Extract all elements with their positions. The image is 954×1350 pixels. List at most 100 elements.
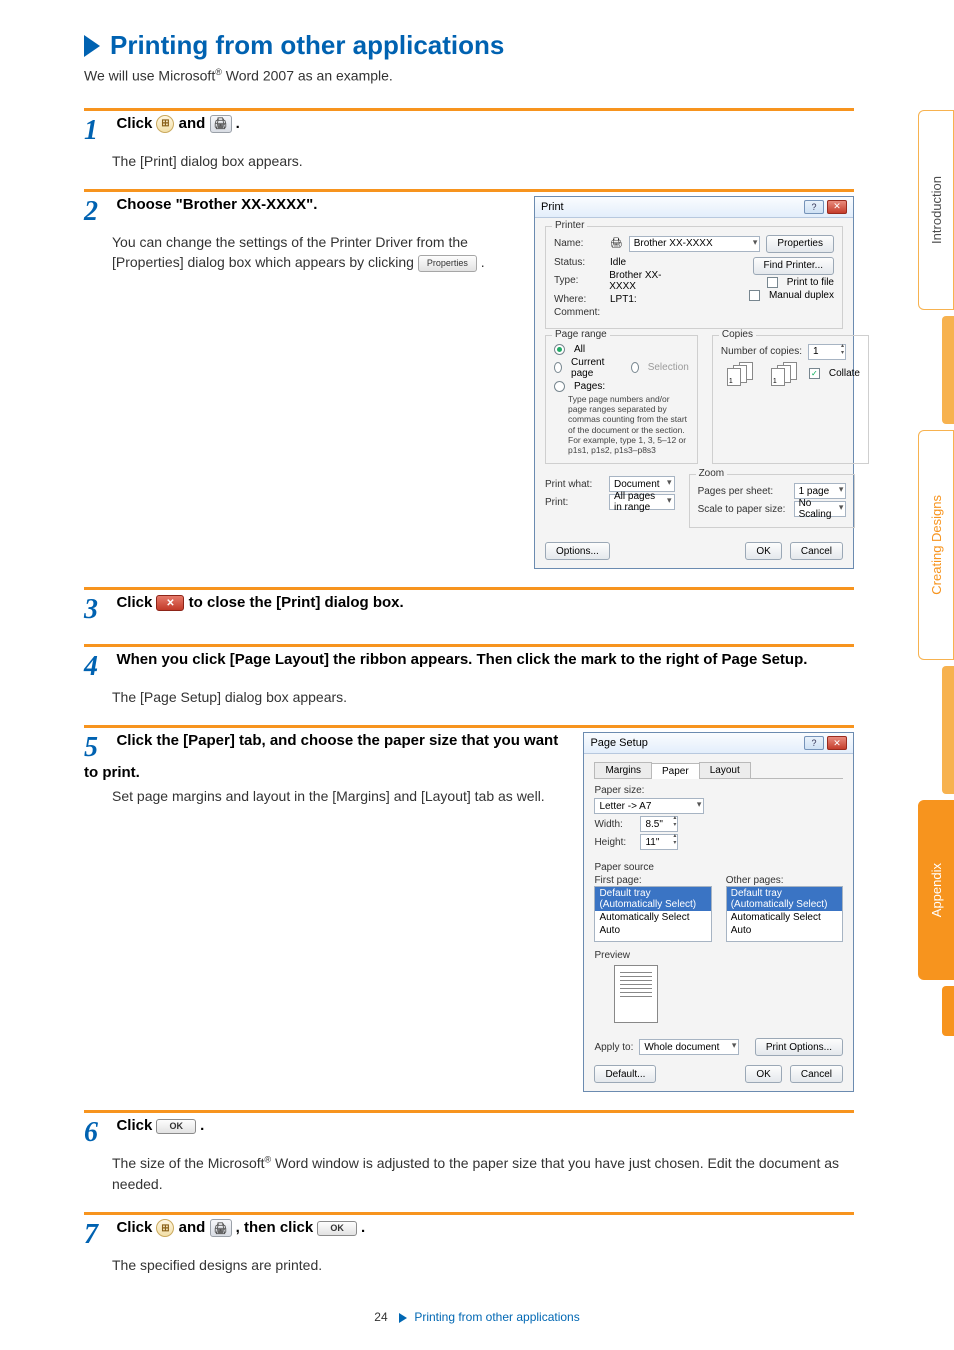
- comment-label: Comment:: [554, 307, 604, 318]
- intro-text: We will use Microsoft® Word 2007 as an e…: [84, 67, 854, 84]
- manual-duplex-checkbox[interactable]: [749, 290, 760, 301]
- step-heading: Click ⊞ and 🖨 .: [116, 115, 239, 132]
- step-4: 4 When you click [Page Layout] the ribbo…: [84, 644, 854, 707]
- type-label: Type:: [554, 275, 603, 286]
- tab-creating-designs[interactable]: Creating Designs: [918, 430, 954, 660]
- triangle-right-icon: [399, 1313, 407, 1323]
- page-range-legend: Page range: [552, 329, 610, 340]
- paper-size-label: Paper size:: [594, 785, 843, 796]
- find-printer-button[interactable]: Find Printer...: [753, 257, 834, 275]
- type-value: Brother XX-XXXX: [609, 270, 687, 292]
- step-heading: Click OK .: [116, 1117, 204, 1134]
- page-footer: 24 Printing from other applications: [0, 1310, 954, 1324]
- collate-icon: 3 2 1: [727, 362, 759, 386]
- step-5: 5 Click the [Paper] tab, and choose the …: [84, 725, 854, 1092]
- first-page-list[interactable]: Default tray (Automatically Select) Auto…: [594, 886, 711, 942]
- step-number: 3: [84, 594, 112, 626]
- step-body-text: The [Print] dialog box appears.: [112, 151, 854, 171]
- printer-icon: 🖨: [210, 115, 232, 133]
- collate-checkbox[interactable]: ✓: [809, 368, 820, 379]
- print-what-label: Print what:: [545, 479, 603, 490]
- zoom-legend: Zoom: [696, 468, 728, 479]
- tabstrip: Margins Paper Layout: [594, 762, 843, 779]
- name-label: Name:: [554, 238, 604, 249]
- properties-button-illustration: Properties: [418, 255, 477, 272]
- paper-size-select[interactable]: Letter -> A7: [594, 798, 704, 814]
- height-spinner[interactable]: 11": [640, 834, 678, 850]
- scale-label: Scale to paper size:: [698, 504, 788, 515]
- step-body-text: The [Page Setup] dialog box appears.: [112, 687, 854, 707]
- copies-legend: Copies: [719, 329, 756, 340]
- tab-layout[interactable]: Layout: [699, 762, 751, 778]
- tab-margins[interactable]: Margins: [594, 762, 652, 778]
- section-title: Printing from other applications: [110, 30, 504, 61]
- help-icon[interactable]: ?: [804, 736, 824, 750]
- close-icon[interactable]: ✕: [827, 736, 847, 750]
- step-number: 7: [84, 1219, 112, 1251]
- ok-button[interactable]: OK: [745, 542, 781, 560]
- copies-label: Number of copies:: [721, 346, 802, 357]
- ok-button[interactable]: OK: [745, 1065, 781, 1083]
- printer-name-select[interactable]: Brother XX-XXXX: [629, 236, 761, 252]
- cancel-button[interactable]: Cancel: [790, 1065, 843, 1083]
- step-number: 5: [84, 732, 112, 764]
- selection-radio: [631, 362, 639, 373]
- close-icon: ✕: [156, 595, 184, 611]
- properties-button[interactable]: Properties: [766, 235, 834, 253]
- section-title-row: Printing from other applications: [84, 30, 854, 61]
- pages-per-sheet-select[interactable]: 1 page: [794, 483, 847, 499]
- width-spinner[interactable]: 8.5": [640, 816, 678, 832]
- step-3: 3 Click ✕ to close the [Print] dialog bo…: [84, 587, 854, 626]
- ok-button-illustration: OK: [156, 1119, 196, 1134]
- where-label: Where:: [554, 294, 604, 305]
- preview-label: Preview: [594, 950, 843, 961]
- step-heading: When you click [Page Layout] the ribbon …: [116, 651, 807, 668]
- step-1: 1 Click ⊞ and 🖨 . The [Print] dialog box…: [84, 108, 854, 171]
- preview-area: [594, 961, 843, 1031]
- default-button[interactable]: Default...: [594, 1065, 656, 1083]
- step-body-text: The specified designs are printed.: [112, 1255, 854, 1275]
- close-icon[interactable]: ✕: [827, 200, 847, 214]
- first-page-label: First page:: [594, 875, 711, 886]
- print-to-file-checkbox[interactable]: [767, 277, 778, 288]
- other-pages-list[interactable]: Default tray (Automatically Select) Auto…: [726, 886, 843, 942]
- step-heading: Choose "Brother XX-XXXX".: [116, 196, 317, 213]
- step-number: 1: [84, 115, 112, 147]
- step-heading: Click the [Paper] tab, and choose the pa…: [84, 732, 558, 781]
- step-body-text: You can change the settings of the Print…: [112, 232, 516, 273]
- side-nav: Introduction Creating Designs Appendix: [910, 0, 954, 1350]
- footer-link[interactable]: Printing from other applications: [414, 1310, 579, 1324]
- dialog-title: Page Setup: [590, 737, 648, 749]
- pages-hint: Type page numbers and/or page ranges sep…: [554, 394, 689, 455]
- height-label: Height:: [594, 837, 634, 848]
- office-button-icon: ⊞: [156, 115, 174, 133]
- options-button[interactable]: Options...: [545, 542, 610, 560]
- tab-paper[interactable]: Paper: [651, 763, 700, 779]
- step-heading: Click ⊞ and 🖨 , then click OK .: [116, 1219, 365, 1236]
- all-radio[interactable]: [554, 344, 565, 355]
- printer-icon: 🖨: [210, 1219, 232, 1237]
- copies-spinner[interactable]: 1: [808, 344, 846, 360]
- pages-radio[interactable]: [554, 381, 565, 392]
- help-icon[interactable]: ?: [804, 200, 824, 214]
- tab-appendix[interactable]: Appendix: [918, 800, 954, 980]
- page-number: 24: [374, 1310, 387, 1324]
- print-options-button[interactable]: Print Options...: [755, 1038, 843, 1056]
- scale-select[interactable]: No Scaling: [794, 501, 847, 517]
- apply-to-select[interactable]: Whole document: [639, 1039, 739, 1055]
- status-label: Status:: [554, 257, 604, 268]
- printer-legend: Printer: [552, 220, 587, 231]
- triangle-right-icon: [84, 35, 100, 57]
- tab-introduction[interactable]: Introduction: [918, 110, 954, 310]
- current-page-radio[interactable]: [554, 362, 562, 373]
- print-range-select[interactable]: All pages in range: [609, 494, 675, 510]
- print-label: Print:: [545, 497, 603, 508]
- print-what-select[interactable]: Document: [609, 476, 675, 492]
- where-value: LPT1:: [610, 294, 637, 305]
- cancel-button[interactable]: Cancel: [790, 542, 843, 560]
- tab-gap: [942, 986, 954, 1036]
- step-body-text: The size of the Microsoft® Word window i…: [112, 1153, 854, 1194]
- print-dialog: Print ? ✕ Printer Name: 🖨 Brother XX-XXX…: [534, 196, 854, 569]
- width-label: Width:: [594, 819, 634, 830]
- step-body-text: Set page margins and layout in the [Marg…: [112, 786, 565, 806]
